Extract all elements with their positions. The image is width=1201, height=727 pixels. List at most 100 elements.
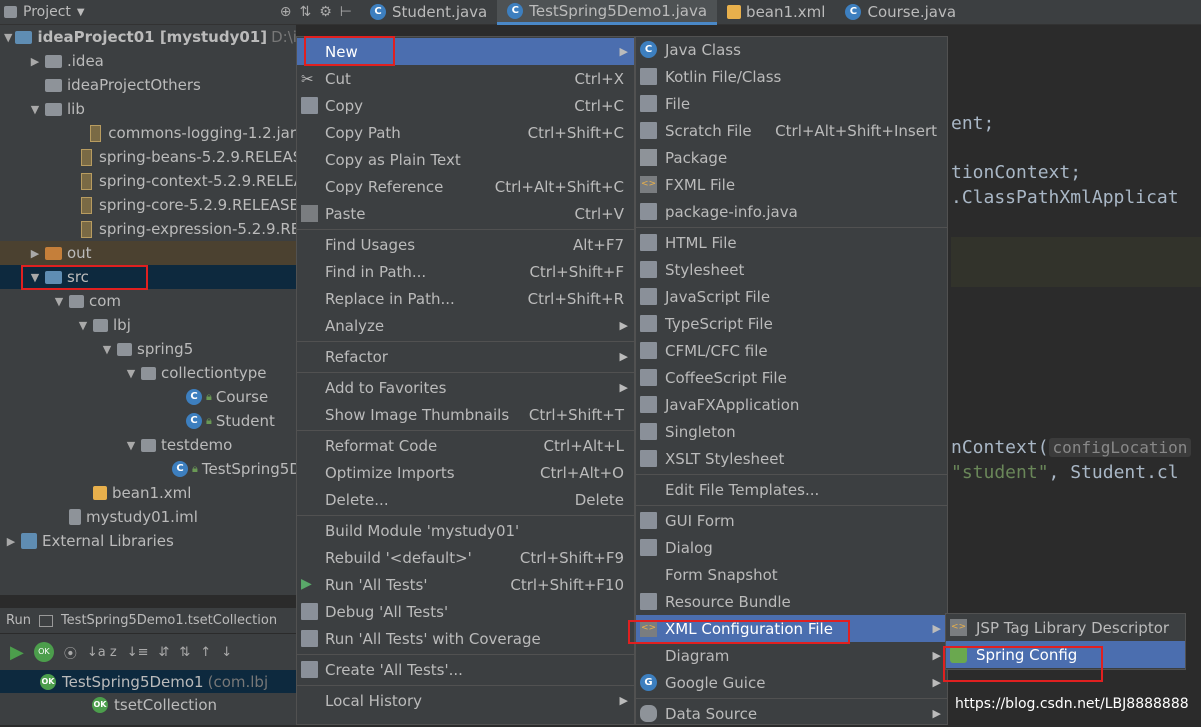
- run-icon[interactable]: ▶: [10, 642, 24, 663]
- expand-arrow-icon[interactable]: ▼: [100, 343, 114, 356]
- menu-item[interactable]: Edit File Templates...: [636, 476, 947, 503]
- menu-item[interactable]: Build Module 'mystudy01': [297, 517, 634, 544]
- menu-item[interactable]: <> XML Configuration File ▶: [636, 615, 947, 642]
- menu-item[interactable]: Resource Bundle: [636, 588, 947, 615]
- tree-item[interactable]: ▼ lib: [0, 97, 296, 121]
- menu-item[interactable]: C Java Class: [636, 36, 947, 63]
- hide-icon[interactable]: ⊢: [340, 4, 352, 20]
- show-passed-icon[interactable]: OK: [33, 642, 54, 662]
- menu-item[interactable]: Replace in Path... Ctrl+Shift+R: [297, 285, 634, 312]
- tree-item[interactable]: commons-logging-1.2.jar: [0, 121, 296, 145]
- menu-item[interactable]: Create 'All Tests'...: [297, 656, 634, 683]
- tree-item[interactable]: mystudy01.iml: [0, 505, 296, 529]
- menu-item[interactable]: Diagram ▶: [636, 642, 947, 669]
- project-panel-title[interactable]: Project: [23, 4, 71, 20]
- tree-item[interactable]: spring-beans-5.2.9.RELEASE.jar: [0, 145, 296, 169]
- menu-item[interactable]: Kotlin File/Class: [636, 63, 947, 90]
- menu-item[interactable]: Refactor ▶: [297, 343, 634, 370]
- tree-item[interactable]: spring-context-5.2.9.RELEASE.jar: [0, 169, 296, 193]
- previous-icon[interactable]: ↑: [200, 645, 211, 660]
- editor-tab[interactable]: C Course.java: [835, 0, 966, 25]
- chevron-down-icon[interactable]: ▼: [77, 7, 85, 18]
- menu-item[interactable]: Rebuild '<default>' Ctrl+Shift+F9: [297, 544, 634, 571]
- menu-item[interactable]: JavaFXApplication: [636, 391, 947, 418]
- menu-item[interactable]: ✂ Cut Ctrl+X: [297, 65, 634, 92]
- menu-item[interactable]: Dialog: [636, 534, 947, 561]
- menu-item[interactable]: Scratch File Ctrl+Alt+Shift+Insert: [636, 117, 947, 144]
- menu-item[interactable]: GUI Form: [636, 507, 947, 534]
- menu-item[interactable]: Debug 'All Tests': [297, 598, 634, 625]
- menu-item[interactable]: JavaScript File: [636, 283, 947, 310]
- gear-icon[interactable]: ⚙: [319, 4, 332, 20]
- menu-item[interactable]: Analyze ▶: [297, 312, 634, 339]
- menu-item[interactable]: Form Snapshot: [636, 561, 947, 588]
- tree-item[interactable]: bean1.xml: [0, 481, 296, 505]
- tree-item[interactable]: ▼ lbj: [0, 313, 296, 337]
- run-panel-label[interactable]: Run: [6, 613, 31, 628]
- tree-item[interactable]: spring-expression-5.2.9.RELEASE.jar: [0, 217, 296, 241]
- menu-item[interactable]: Paste Ctrl+V: [297, 200, 634, 227]
- menu-item[interactable]: Local History ▶: [297, 687, 634, 714]
- run-config-name[interactable]: TestSpring5Demo1.tsetCollection: [61, 613, 277, 628]
- menu-item[interactable]: Find in Path... Ctrl+Shift+F: [297, 258, 634, 285]
- editor-tab[interactable]: C Student.java: [360, 0, 497, 25]
- expand-arrow-icon[interactable]: ▼: [28, 271, 42, 284]
- menu-item[interactable]: Add to Favorites ▶: [297, 374, 634, 401]
- tree-item[interactable]: C 🔒︎TestSpring5Demo1: [0, 457, 296, 481]
- menu-item[interactable]: Optimize Imports Ctrl+Alt+O: [297, 459, 634, 486]
- menu-item[interactable]: CoffeeScript File: [636, 364, 947, 391]
- menu-item[interactable]: Copy Reference Ctrl+Alt+Shift+C: [297, 173, 634, 200]
- show-ignored-icon[interactable]: ⦿: [64, 643, 77, 662]
- collapse-arrow-icon[interactable]: ▶: [4, 535, 18, 548]
- menu-item[interactable]: Singleton: [636, 418, 947, 445]
- expand-arrow-icon[interactable]: ▼: [76, 319, 90, 332]
- expand-all-icon[interactable]: ⇵: [158, 645, 169, 660]
- locate-icon[interactable]: ⊕: [280, 4, 292, 20]
- menu-item[interactable]: Stylesheet: [636, 256, 947, 283]
- menu-item[interactable]: G Google Guice ▶: [636, 669, 947, 696]
- menu-item[interactable]: package-info.java: [636, 198, 947, 225]
- menu-item[interactable]: XSLT Stylesheet: [636, 445, 947, 472]
- run-results-tree[interactable]: OK TestSpring5Demo1 (com.lbj OK tsetCollecti…: [0, 670, 296, 725]
- sort-duration-icon[interactable]: ↓≡: [127, 645, 149, 660]
- menu-item[interactable]: Delete... Delete: [297, 486, 634, 513]
- menu-item[interactable]: Copy Path Ctrl+Shift+C: [297, 119, 634, 146]
- tree-item[interactable]: ▼ spring5: [0, 337, 296, 361]
- tree-item[interactable]: spring-core-5.2.9.RELEASE.jar: [0, 193, 296, 217]
- menu-item[interactable]: <> FXML File: [636, 171, 947, 198]
- menu-item[interactable]: File: [636, 90, 947, 117]
- tree-item[interactable]: ▶ .idea: [0, 49, 296, 73]
- tree-item[interactable]: ▼ com: [0, 289, 296, 313]
- collapse-all-icon[interactable]: ⇅: [179, 645, 190, 660]
- menu-item[interactable]: ▶ Run 'All Tests' Ctrl+Shift+F10: [297, 571, 634, 598]
- tree-item[interactable]: ideaProjectOthers: [0, 73, 296, 97]
- menu-item[interactable]: Spring Config: [946, 641, 1185, 668]
- tree-item[interactable]: ▶ External Libraries: [0, 529, 296, 553]
- collapse-arrow-icon[interactable]: ▶: [28, 55, 42, 68]
- expand-arrow-icon[interactable]: ▼: [4, 31, 12, 44]
- expand-arrow-icon[interactable]: ▼: [52, 295, 66, 308]
- menu-item[interactable]: New ▶: [297, 38, 634, 65]
- test-result-item[interactable]: OK tsetCollection: [0, 693, 296, 716]
- collapse-arrow-icon[interactable]: ▶: [28, 247, 42, 260]
- menu-item[interactable]: CFML/CFC file: [636, 337, 947, 364]
- editor-tab[interactable]: bean1.xml: [717, 0, 835, 25]
- menu-item[interactable]: Show Image Thumbnails Ctrl+Shift+T: [297, 401, 634, 428]
- tree-item[interactable]: ▶ out: [0, 241, 296, 265]
- menu-item[interactable]: Copy Ctrl+C: [297, 92, 634, 119]
- tree-item[interactable]: ▼ ideaProject01 [mystudy01]D:\ideaProje: [0, 25, 296, 49]
- menu-item[interactable]: Data Source ▶: [636, 700, 947, 727]
- tree-item[interactable]: C 🔒︎ Student: [0, 409, 296, 433]
- menu-item[interactable]: TypeScript File: [636, 310, 947, 337]
- tree-item[interactable]: ▼ testdemo: [0, 433, 296, 457]
- menu-item[interactable]: Run 'All Tests' with Coverage: [297, 625, 634, 652]
- menu-item[interactable]: Find Usages Alt+F7: [297, 231, 634, 258]
- tree-item[interactable]: ▼ collectiontype: [0, 361, 296, 385]
- next-icon[interactable]: ↓: [221, 645, 232, 660]
- test-result-item[interactable]: OK TestSpring5Demo1 (com.lbj: [0, 670, 296, 693]
- menu-item[interactable]: Reformat Code Ctrl+Alt+L: [297, 432, 634, 459]
- expand-arrow-icon[interactable]: ▼: [124, 439, 138, 452]
- project-tree[interactable]: ▼ ideaProject01 [mystudy01]D:\ideaProje ▶.…: [0, 25, 296, 595]
- tree-item[interactable]: ▼ src: [0, 265, 296, 289]
- expand-arrow-icon[interactable]: ▼: [28, 103, 42, 116]
